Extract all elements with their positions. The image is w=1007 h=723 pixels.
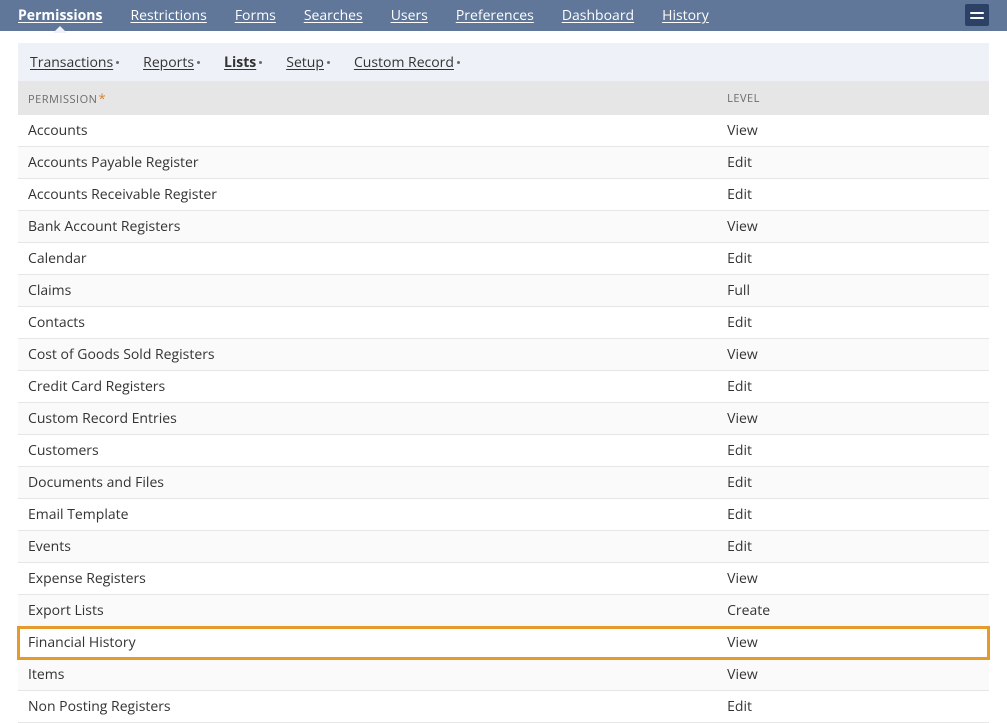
level-cell[interactable]: Create: [717, 595, 989, 627]
permission-cell[interactable]: Expense Registers: [18, 563, 717, 595]
table-row[interactable]: CustomersEdit: [18, 435, 989, 467]
level-cell[interactable]: Edit: [717, 147, 989, 179]
level-cell[interactable]: View: [717, 115, 989, 147]
dropdown-dot-icon: [327, 61, 330, 64]
permission-cell[interactable]: Bank Account Registers: [18, 211, 717, 243]
table-row[interactable]: ItemsView: [18, 659, 989, 691]
table-row[interactable]: Email TemplateEdit: [18, 499, 989, 531]
main-tab-restrictions[interactable]: Restrictions: [130, 6, 206, 25]
level-cell[interactable]: Full: [717, 275, 989, 307]
table-row[interactable]: ClaimsFull: [18, 275, 989, 307]
level-cell[interactable]: View: [717, 339, 989, 371]
dropdown-dot-icon: [197, 61, 200, 64]
permission-cell[interactable]: Export Lists: [18, 595, 717, 627]
level-cell[interactable]: Edit: [717, 499, 989, 531]
sub-tab-lists[interactable]: Lists: [224, 53, 262, 72]
table-row[interactable]: Expense RegistersView: [18, 563, 989, 595]
table-row[interactable]: EventsEdit: [18, 531, 989, 563]
main-tab-forms[interactable]: Forms: [235, 6, 276, 25]
table-row[interactable]: Accounts Payable RegisterEdit: [18, 147, 989, 179]
table-row[interactable]: CalendarEdit: [18, 243, 989, 275]
permission-cell[interactable]: Items: [18, 659, 717, 691]
sub-tabs-bar: Transactions Reports Lists Setup Custom Reco…: [18, 43, 989, 81]
table-row[interactable]: AccountsView: [18, 115, 989, 147]
sub-tab-reports[interactable]: Reports: [143, 53, 200, 72]
level-cell[interactable]: Edit: [717, 371, 989, 403]
level-cell[interactable]: Edit: [717, 531, 989, 563]
permission-cell[interactable]: Accounts Payable Register: [18, 147, 717, 179]
table-row[interactable]: Financial HistoryView: [18, 627, 989, 659]
sub-tab-transactions[interactable]: Transactions: [30, 53, 119, 72]
permission-cell[interactable]: Credit Card Registers: [18, 371, 717, 403]
menu-icon[interactable]: [965, 4, 989, 26]
level-cell[interactable]: Edit: [717, 691, 989, 723]
main-tab-searches[interactable]: Searches: [304, 6, 363, 25]
table-row[interactable]: Cost of Goods Sold RegistersView: [18, 339, 989, 371]
main-tab-history[interactable]: History: [662, 6, 709, 25]
permission-cell[interactable]: Contacts: [18, 307, 717, 339]
table-row[interactable]: Bank Account RegistersView: [18, 211, 989, 243]
dropdown-dot-icon: [259, 61, 262, 64]
permissions-table: PERMISSION* LEVEL AccountsViewAccounts P…: [18, 81, 989, 723]
required-asterisk-icon: *: [98, 89, 106, 107]
permission-cell[interactable]: Accounts Receivable Register: [18, 179, 717, 211]
level-cell[interactable]: View: [717, 563, 989, 595]
main-tab-permissions[interactable]: Permissions: [18, 6, 102, 25]
level-cell[interactable]: View: [717, 627, 989, 659]
level-cell[interactable]: Edit: [717, 243, 989, 275]
level-cell[interactable]: View: [717, 211, 989, 243]
permission-cell[interactable]: Non Posting Registers: [18, 691, 717, 723]
permission-cell[interactable]: Custom Record Entries: [18, 403, 717, 435]
table-row[interactable]: ContactsEdit: [18, 307, 989, 339]
main-tab-preferences[interactable]: Preferences: [456, 6, 534, 25]
table-row[interactable]: Export ListsCreate: [18, 595, 989, 627]
level-cell[interactable]: Edit: [717, 307, 989, 339]
level-cell[interactable]: Edit: [717, 435, 989, 467]
dropdown-dot-icon: [116, 61, 119, 64]
level-cell[interactable]: Edit: [717, 467, 989, 499]
permission-cell[interactable]: Calendar: [18, 243, 717, 275]
permission-cell[interactable]: Events: [18, 531, 717, 563]
permission-cell[interactable]: Email Template: [18, 499, 717, 531]
sub-tab-setup[interactable]: Setup: [286, 53, 330, 72]
main-tab-users[interactable]: Users: [391, 6, 428, 25]
permission-cell[interactable]: Cost of Goods Sold Registers: [18, 339, 717, 371]
level-cell[interactable]: Edit: [717, 179, 989, 211]
sub-tab-custom-record[interactable]: Custom Record: [354, 53, 460, 72]
dropdown-dot-icon: [457, 61, 460, 64]
permission-cell[interactable]: Claims: [18, 275, 717, 307]
main-tab-dashboard[interactable]: Dashboard: [562, 6, 634, 25]
table-row[interactable]: Accounts Receivable RegisterEdit: [18, 179, 989, 211]
main-tabs-bar: Permissions Restrictions Forms Searches User…: [0, 0, 1007, 31]
table-row[interactable]: Custom Record EntriesView: [18, 403, 989, 435]
level-cell[interactable]: View: [717, 659, 989, 691]
level-cell[interactable]: View: [717, 403, 989, 435]
permission-cell[interactable]: Documents and Files: [18, 467, 717, 499]
table-row[interactable]: Credit Card RegistersEdit: [18, 371, 989, 403]
table-row[interactable]: Documents and FilesEdit: [18, 467, 989, 499]
permission-cell[interactable]: Customers: [18, 435, 717, 467]
permission-cell[interactable]: Financial History: [18, 627, 717, 659]
permission-cell[interactable]: Accounts: [18, 115, 717, 147]
column-header-permission[interactable]: PERMISSION*: [18, 81, 717, 115]
column-header-level[interactable]: LEVEL: [717, 81, 989, 115]
table-row[interactable]: Non Posting RegistersEdit: [18, 691, 989, 723]
